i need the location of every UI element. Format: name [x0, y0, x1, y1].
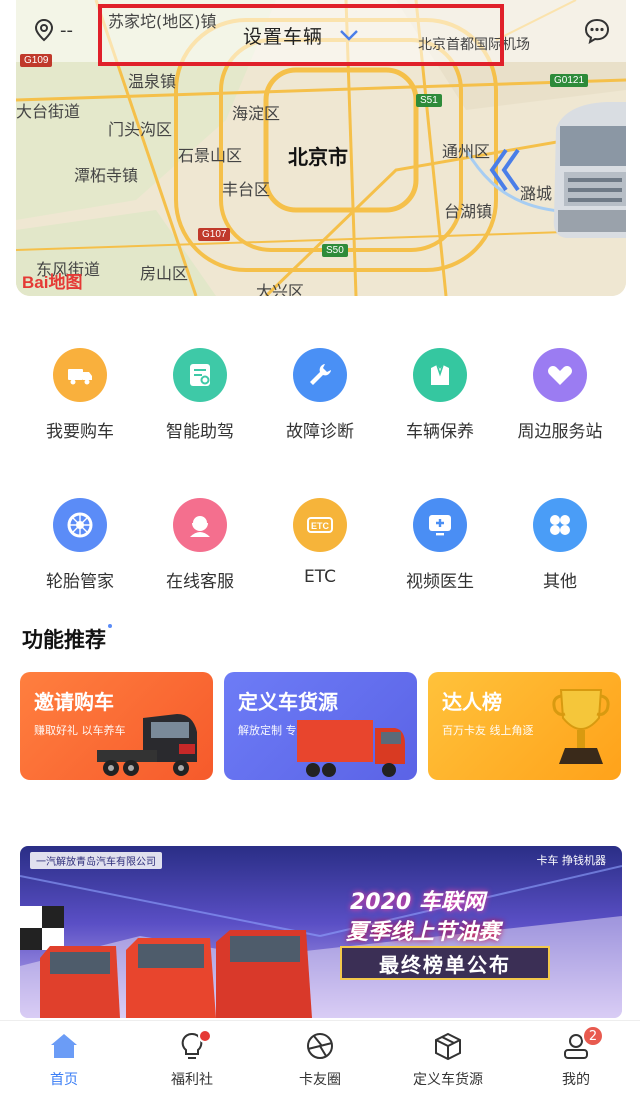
service-etc[interactable]: ETC ETC — [260, 498, 380, 592]
banner-trucks — [40, 930, 312, 1018]
service-tire[interactable]: 轮胎管家 — [20, 498, 140, 592]
rec-card-title: 达人榜 — [442, 690, 502, 714]
map-label: 潭柘寺镇 — [74, 166, 139, 185]
aperture-icon — [307, 1033, 333, 1059]
map-label: 丰台区 — [222, 180, 271, 199]
bottom-tab-bar: 首页 福利社 卡友圈 定义车货源 2 我的 — [0, 1020, 640, 1095]
map-label: 门头沟区 — [108, 120, 173, 139]
service-grid: 我要购车 智能助驾 故障诊断 车辆保养 周边服务站 轮胎管家 在线客服 ETC … — [20, 348, 620, 592]
service-diagnosis[interactable]: 故障诊断 — [260, 348, 380, 442]
box-icon — [435, 1032, 461, 1061]
map-label: 通州区 — [442, 142, 491, 161]
double-chevron-left-icon[interactable] — [486, 146, 522, 194]
svg-text:ETC: ETC — [311, 521, 330, 531]
baidu-map-logo: Bai地图 — [22, 273, 83, 292]
map-label: 石景山区 — [178, 146, 243, 165]
map-label: 房山区 — [140, 264, 189, 283]
service-label: 视频医生 — [406, 572, 474, 592]
rec-card-custom-cargo[interactable]: 定义车货源 解放定制 专属货源 — [224, 672, 417, 780]
service-label: 车辆保养 — [406, 422, 474, 442]
banner-headline-box: 最终榜单公布 — [340, 946, 550, 980]
service-label: 智能助驾 — [166, 422, 234, 442]
tab-label: 定义车货源 — [413, 1072, 483, 1088]
header-bar: -- 设置车辆 — [16, 0, 626, 66]
tab-label: 我的 — [562, 1072, 590, 1088]
truck-image — [297, 720, 405, 777]
tab-custom-cargo[interactable]: 定义车货源 — [384, 1021, 512, 1095]
service-label: 故障诊断 — [286, 422, 354, 442]
service-video-doctor[interactable]: 视频医生 — [380, 498, 500, 592]
notification-dot — [198, 1029, 212, 1043]
service-label: 其他 — [543, 572, 577, 592]
map-label: 大台街道 — [16, 102, 81, 121]
road-sign: G0121 — [550, 74, 589, 87]
banner-headline: 2020 车联网 — [350, 890, 485, 915]
tab-home[interactable]: 首页 — [0, 1021, 128, 1095]
rec-card-title: 定义车货源 — [238, 690, 338, 714]
service-maintenance[interactable]: 车辆保养 — [380, 348, 500, 442]
chevron-down-icon — [340, 30, 358, 41]
rec-card-leaderboard[interactable]: 达人榜 百万卡友 线上角逐 — [428, 672, 621, 780]
chat-bubble-icon[interactable] — [584, 18, 610, 44]
wrench-icon — [293, 348, 347, 402]
service-label: 在线客服 — [166, 572, 234, 592]
location-pin-icon — [34, 18, 54, 42]
service-buy-truck[interactable]: 我要购车 — [20, 348, 140, 442]
vehicle-selector-label: 设置车辆 — [242, 25, 323, 48]
handshake-icon — [533, 348, 587, 402]
road-sign: S50 — [322, 244, 348, 257]
service-label: 轮胎管家 — [46, 572, 114, 592]
map-label: 大兴区 — [256, 282, 305, 296]
tab-label: 首页 — [50, 1072, 78, 1088]
map-city-label: 北京市 — [288, 145, 348, 169]
tab-label: 福利社 — [171, 1072, 213, 1088]
tab-me[interactable]: 2 我的 — [512, 1021, 640, 1095]
title-dot — [108, 624, 112, 628]
tab-welfare[interactable]: 福利社 — [128, 1021, 256, 1095]
tire-icon — [53, 498, 107, 552]
maintenance-icon — [413, 348, 467, 402]
service-nearby-stations[interactable]: 周边服务站 — [500, 348, 620, 442]
service-online-support[interactable]: 在线客服 — [140, 498, 260, 592]
rec-card-invite-purchase[interactable]: 邀请购车 赚取好礼 以车养车 — [20, 672, 213, 780]
service-label: 周边服务站 — [517, 422, 603, 442]
service-smart-drive[interactable]: 智能助驾 — [140, 348, 260, 442]
banner-background — [20, 865, 622, 1018]
truck-image[interactable] — [546, 98, 626, 248]
notification-badge: 2 — [582, 1025, 604, 1047]
map-label: 海淀区 — [232, 104, 281, 123]
road-sign: G107 — [198, 228, 231, 241]
tab-label: 卡友圈 — [299, 1072, 341, 1088]
location-text: -- — [60, 19, 73, 41]
map-label: 台湖镇 — [444, 202, 493, 221]
location-button[interactable]: -- — [34, 18, 73, 42]
map-label: 温泉镇 — [128, 72, 177, 91]
banner-company: 一汽解放青岛汽车有限公司 — [30, 852, 162, 869]
tab-community[interactable]: 卡友圈 — [256, 1021, 384, 1095]
truck-icon — [53, 348, 107, 402]
service-other[interactable]: 其他 — [500, 498, 620, 592]
recommend-section-title: 功能推荐 — [22, 624, 112, 654]
home-icon — [51, 1034, 77, 1058]
banner-headline: 夏季线上节油赛 — [346, 920, 501, 945]
truck-image — [97, 714, 197, 776]
vehicle-selector[interactable]: 设置车辆 — [98, 4, 504, 66]
video-doctor-icon — [413, 498, 467, 552]
etc-icon: ETC — [293, 498, 347, 552]
rec-card-subtitle: 百万卡友 线上角逐 — [442, 724, 534, 737]
promo-banner[interactable]: 一汽解放青岛汽车有限公司 卡车 挣钱机器 2020 车联网 夏季线上节油赛 最终… — [20, 846, 622, 1018]
service-label: 我要购车 — [46, 422, 114, 442]
smart-drive-icon — [173, 348, 227, 402]
other-icon — [533, 498, 587, 552]
service-label: ETC — [304, 567, 336, 587]
banner-tagline: 卡车 挣钱机器 — [536, 854, 607, 867]
customer-service-icon — [173, 498, 227, 552]
trophy-icon — [552, 689, 610, 764]
recommend-title-text: 功能推荐 — [22, 628, 106, 652]
road-sign: S51 — [416, 94, 442, 107]
